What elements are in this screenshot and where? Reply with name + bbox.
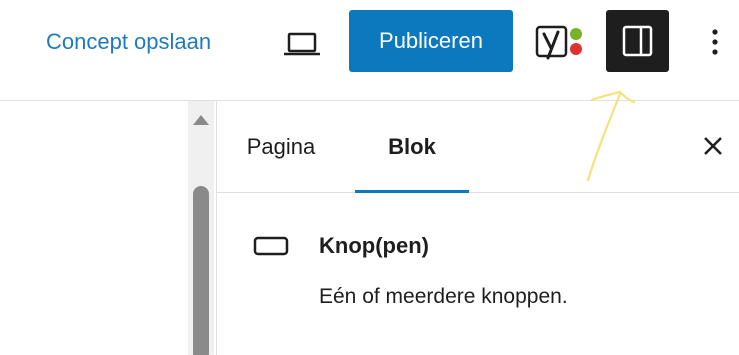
vertical-ellipsis-icon xyxy=(712,29,718,55)
block-title: Knop(pen) xyxy=(319,233,429,258)
preview-button[interactable] xyxy=(280,24,324,64)
tab-block[interactable]: Blok xyxy=(355,101,469,193)
close-sidebar-button[interactable] xyxy=(695,128,731,164)
sidebar-tabs: Pagina Blok xyxy=(217,101,739,193)
block-icon-wrapper xyxy=(253,235,289,259)
sidebar-panel-icon xyxy=(622,25,653,57)
options-menu-button[interactable] xyxy=(700,22,730,62)
scroll-up-arrow-icon[interactable] xyxy=(193,115,209,125)
scrollbar-thumb[interactable] xyxy=(193,186,209,355)
block-card: Knop(pen) Eén of meerdere knoppen. xyxy=(217,193,739,355)
close-icon xyxy=(704,137,722,155)
publish-button[interactable]: Publiceren xyxy=(349,10,513,72)
yoast-seo-icon xyxy=(535,25,582,60)
editor-toolbar: Concept opslaan Publiceren xyxy=(0,0,739,101)
save-draft-button[interactable]: Concept opslaan xyxy=(46,26,211,58)
buttons-block-icon xyxy=(253,236,289,256)
tab-page[interactable]: Pagina xyxy=(227,101,335,192)
editor-screen: Concept opslaan Publiceren Pagina Blok K… xyxy=(0,0,739,355)
block-description: Eén of meerdere knoppen. xyxy=(319,285,568,308)
yoast-seo-button[interactable] xyxy=(531,18,591,66)
settings-sidebar-toggle[interactable] xyxy=(606,10,669,72)
desktop-preview-icon xyxy=(284,32,320,56)
settings-sidebar: Pagina Blok Knop(pen) Eén of meerdere kn… xyxy=(216,101,739,355)
canvas-scrollbar[interactable] xyxy=(188,101,214,355)
